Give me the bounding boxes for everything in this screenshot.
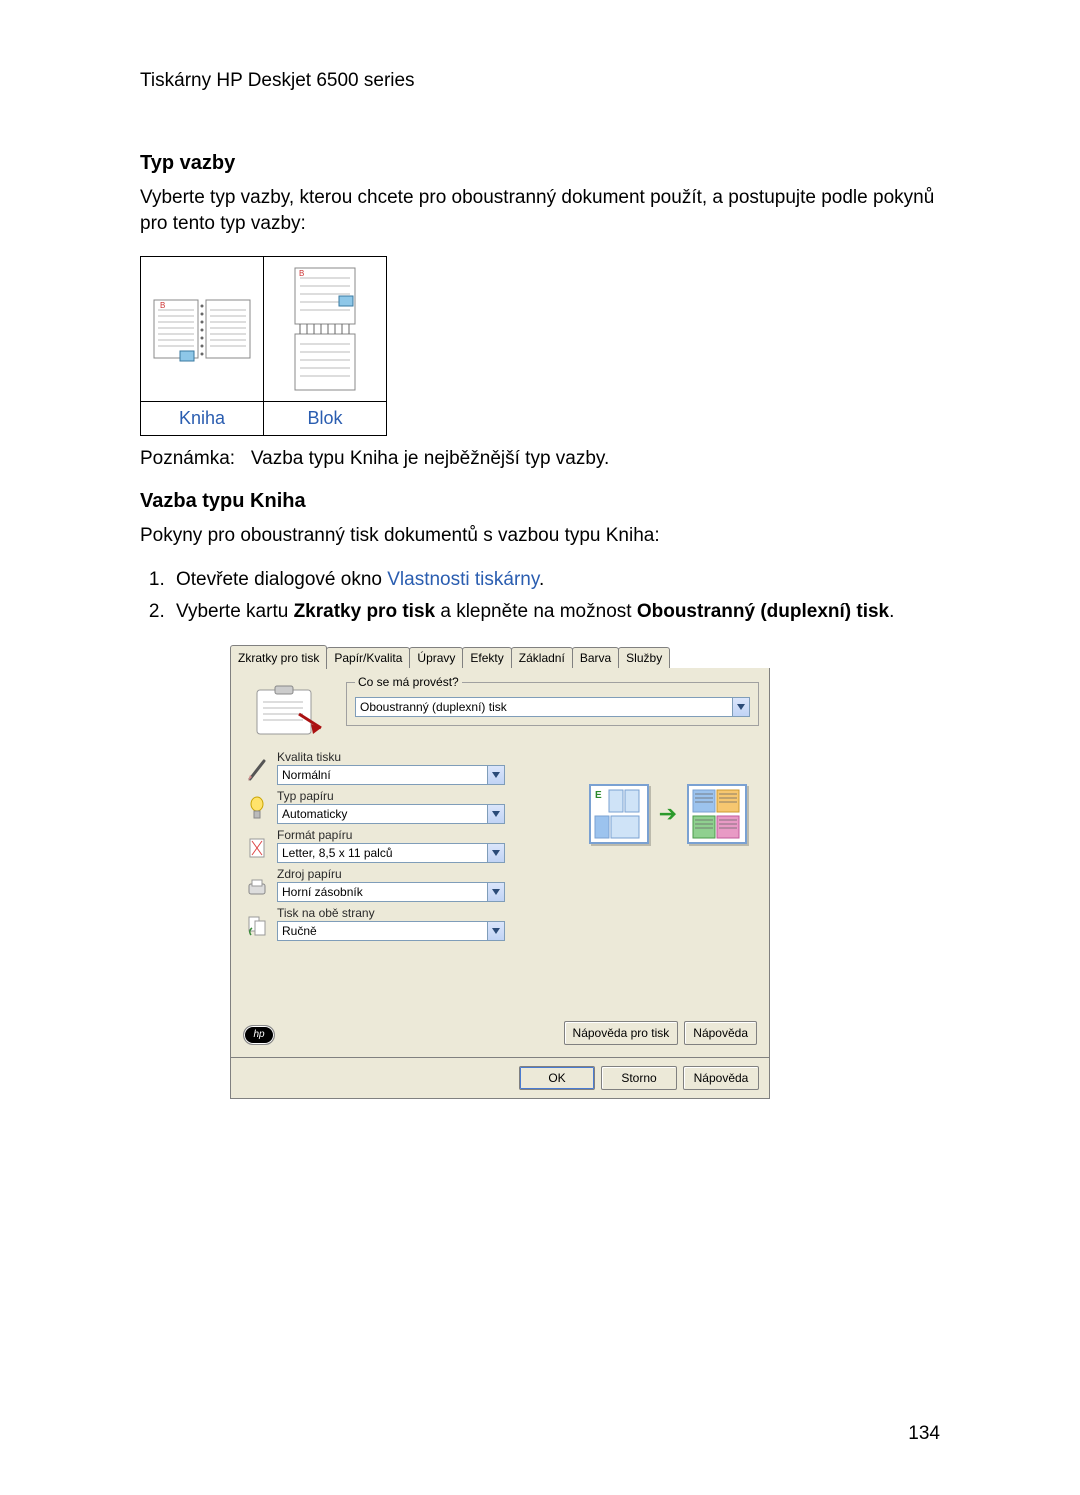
- page-number: 134: [908, 1423, 940, 1445]
- task-combo[interactable]: Oboustranný (duplexní) tisk: [355, 697, 750, 717]
- duplex-icon: [245, 911, 269, 941]
- section-heading-kniha: Vazba typu Kniha: [140, 490, 940, 513]
- section2-intro: Pokyny pro oboustranný tisk dokumentů s …: [140, 523, 940, 549]
- papersource-combo[interactable]: Horní zásobník: [277, 882, 505, 902]
- arrow-right-icon: ➔: [659, 801, 677, 827]
- papersource-value: Horní zásobník: [278, 883, 487, 901]
- printer-properties-link[interactable]: Vlastnosti tiskárny: [387, 569, 539, 590]
- task-combo-value: Oboustranný (duplexní) tisk: [356, 698, 732, 716]
- note-text: Poznámka: Vazba typu Kniha je nejběžnějš…: [140, 446, 940, 472]
- section-body: Vyberte typ vazby, kterou chcete pro obo…: [140, 185, 940, 236]
- chevron-down-icon[interactable]: [487, 844, 504, 862]
- chevron-down-icon[interactable]: [487, 805, 504, 823]
- binding-book-link[interactable]: Kniha: [141, 402, 263, 435]
- papersize-value: Letter, 8,5 x 11 palců: [278, 844, 487, 862]
- note-prefix: Poznámka:: [140, 448, 235, 469]
- preview-page-back: [687, 784, 747, 844]
- step1-post: .: [539, 569, 544, 590]
- tab-panel: Co se má provést? Oboustranný (duplexní)…: [230, 668, 770, 1058]
- duplex-preview: E ➔: [589, 784, 747, 844]
- document-page: Tiskárny HP Deskjet 6500 series Typ vazb…: [0, 0, 1080, 1495]
- binding-type-table: B: [140, 256, 387, 436]
- quality-combo[interactable]: Normální: [277, 765, 505, 785]
- binding-notepad-icon: B: [264, 257, 386, 401]
- step2-pre: Vyberte kartu: [176, 601, 294, 622]
- chevron-down-icon[interactable]: [487, 883, 504, 901]
- steps-list: Otevřete dialogové okno Vlastnosti tiská…: [140, 567, 940, 626]
- step2-bold-2: Oboustranný (duplexní) tisk: [637, 601, 889, 622]
- papertype-label: Typ papíru: [277, 789, 505, 803]
- step2-bold-1: Zkratky pro tisk: [294, 601, 436, 622]
- tab-sluzby[interactable]: Služby: [618, 647, 670, 668]
- task-groupbox: Co se má provést? Oboustranný (duplexní)…: [346, 682, 759, 726]
- papersource-label: Zdroj papíru: [277, 867, 505, 881]
- task-clipboard-icon: [241, 682, 336, 742]
- quality-value: Normální: [278, 766, 487, 784]
- papertype-value: Automaticky: [278, 805, 487, 823]
- chevron-down-icon[interactable]: [732, 698, 749, 716]
- papersource-icon: [245, 872, 269, 902]
- step-1: Otevřete dialogové okno Vlastnosti tiská…: [170, 567, 940, 594]
- chevron-down-icon[interactable]: [487, 922, 504, 940]
- inner-button-row: Nápověda pro tisk Nápověda: [564, 1021, 757, 1045]
- quality-label: Kvalita tisku: [277, 750, 505, 764]
- tab-efekty[interactable]: Efekty: [462, 647, 511, 668]
- printer-properties-dialog: Zkratky pro tisk Papír/Kvalita Úpravy Ef…: [230, 646, 770, 1099]
- binding-book-icon: B: [141, 257, 263, 401]
- dialog-button-row: OK Storno Nápověda: [230, 1058, 770, 1099]
- tab-papir-kvalita[interactable]: Papír/Kvalita: [326, 647, 410, 668]
- help-button[interactable]: Nápověda: [683, 1066, 759, 1090]
- tab-zkratky[interactable]: Zkratky pro tisk: [230, 645, 327, 669]
- svg-text:B: B: [160, 301, 165, 310]
- papersize-label: Formát papíru: [277, 828, 505, 842]
- papersize-icon: [245, 833, 269, 863]
- svg-text:B: B: [299, 269, 304, 278]
- ok-button[interactable]: OK: [519, 1066, 595, 1090]
- duplex-label: Tisk na obě strany: [277, 906, 505, 920]
- tab-upravy[interactable]: Úpravy: [409, 647, 463, 668]
- quality-icon: [245, 755, 269, 785]
- hp-logo-icon: hp: [243, 1025, 275, 1045]
- note-body: Vazba typu Kniha je nejběžnější typ vazb…: [251, 448, 609, 469]
- product-header: Tiskárny HP Deskjet 6500 series: [140, 70, 940, 92]
- papertype-icon: [245, 794, 269, 824]
- help-button-inner[interactable]: Nápověda: [684, 1021, 757, 1045]
- papersize-combo[interactable]: Letter, 8,5 x 11 palců: [277, 843, 505, 863]
- tab-barva[interactable]: Barva: [572, 647, 619, 668]
- preview-page-front: E: [589, 784, 649, 844]
- papertype-combo[interactable]: Automaticky: [277, 804, 505, 824]
- binding-block-link[interactable]: Blok: [264, 402, 386, 435]
- step-2: Vyberte kartu Zkratky pro tisk a klepnět…: [170, 599, 940, 626]
- tab-strip: Zkratky pro tisk Papír/Kvalita Úpravy Ef…: [230, 646, 770, 668]
- step2-post: .: [889, 601, 894, 622]
- cancel-button[interactable]: Storno: [601, 1066, 677, 1090]
- step1-pre: Otevřete dialogové okno: [176, 569, 387, 590]
- step2-mid: a klepněte na možnost: [435, 601, 637, 622]
- options-column: Kvalita tisku Normální Typ papíru: [245, 750, 505, 941]
- chevron-down-icon[interactable]: [487, 766, 504, 784]
- print-help-button[interactable]: Nápověda pro tisk: [564, 1021, 679, 1045]
- svg-text:E: E: [595, 790, 602, 801]
- section-heading-typ-vazby: Typ vazby: [140, 152, 940, 175]
- duplex-value: Ručně: [278, 922, 487, 940]
- duplex-combo[interactable]: Ručně: [277, 921, 505, 941]
- tab-zakladni[interactable]: Základní: [511, 647, 573, 668]
- task-groupbox-title: Co se má provést?: [355, 675, 462, 689]
